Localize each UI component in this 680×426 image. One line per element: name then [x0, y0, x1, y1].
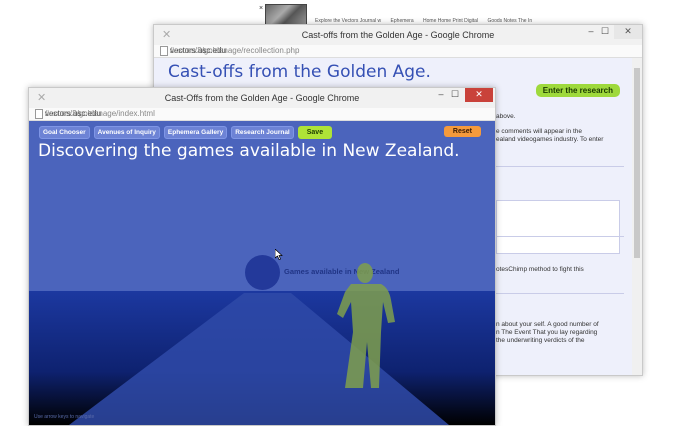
minimize-icon[interactable]: –	[434, 88, 448, 102]
front-title-bar[interactable]: ✕ Cast-Offs from the Golden Age - Google…	[29, 88, 495, 108]
front-url[interactable]: vectors.usc.edu/issues/3/goldenage/index…	[45, 109, 155, 118]
snippet-text: e comments will appear in the	[496, 128, 582, 135]
divider	[496, 166, 624, 167]
navigation-hint: Use arrow keys to navigate	[34, 414, 95, 420]
divider	[496, 293, 624, 294]
snippet-text: above.	[496, 113, 516, 120]
close-icon[interactable]: ✕	[465, 88, 493, 102]
maximize-icon[interactable]: ☐	[448, 88, 462, 102]
back-scrollbar[interactable]	[632, 58, 642, 375]
front-window-title: Cast-Offs from the Golden Age - Google C…	[164, 93, 360, 103]
enter-research-button[interactable]: Enter the research	[535, 84, 620, 97]
comment-textbox[interactable]	[496, 200, 620, 254]
back-url-bar[interactable]: vectors.usc.edu/issues/3/goldenage/recol…	[154, 45, 642, 58]
scene-heading: Discovering the games available in New Z…	[38, 141, 460, 161]
back-window-title: Cast-offs from the Golden Age - Google C…	[301, 30, 495, 40]
save-button[interactable]: Save	[297, 126, 333, 139]
person-figure-icon	[337, 263, 395, 388]
reset-button[interactable]: Reset	[443, 126, 481, 137]
back-url[interactable]: vectors.usc.edu/issues/3/goldenage/recol…	[170, 46, 299, 55]
page-icon	[35, 109, 43, 119]
snippet-text: n about your self. A good number of	[496, 321, 599, 328]
scene-nav: Goal Chooser Avenues of Inquiry Ephemera…	[39, 126, 333, 139]
research-journal-button[interactable]: Research Journal	[231, 126, 294, 139]
minimize-icon[interactable]: –	[584, 25, 598, 39]
games-orb[interactable]	[245, 255, 280, 290]
scrollbar-thumb[interactable]	[634, 68, 640, 258]
front-url-bar[interactable]: vectors.usc.edu/issues/3/goldenage/index…	[29, 108, 495, 121]
mouse-cursor-icon	[275, 249, 283, 260]
divider	[496, 236, 624, 237]
page-icon	[160, 46, 168, 56]
avenues-of-inquiry-button[interactable]: Avenues of Inquiry	[93, 126, 160, 139]
snippet-text: otesChimp method to fight this	[496, 266, 584, 273]
background-thumbnail	[265, 4, 307, 26]
snippet-text: the underwriting verdicts of the	[496, 337, 585, 344]
maximize-icon[interactable]: ☐	[598, 25, 612, 39]
close-icon[interactable]: ✕	[614, 25, 642, 39]
snippet-text: n The Event That you lay regarding	[496, 329, 598, 336]
back-title-bar[interactable]: ✕ Cast-offs from the Golden Age - Google…	[154, 25, 642, 45]
snippet-text: ealand videogames industry. To enter	[496, 136, 604, 143]
ephemera-gallery-button[interactable]: Ephemera Gallery	[163, 126, 228, 139]
front-browser-window: ✕ Cast-Offs from the Golden Age - Google…	[28, 87, 496, 426]
page-title: Cast-offs from the Golden Age.	[168, 62, 431, 82]
thumbnail-close-icon[interactable]: ×	[259, 5, 263, 12]
game-scene[interactable]: Goal Chooser Avenues of Inquiry Ephemera…	[29, 121, 495, 425]
goal-chooser-button[interactable]: Goal Chooser	[39, 126, 90, 139]
